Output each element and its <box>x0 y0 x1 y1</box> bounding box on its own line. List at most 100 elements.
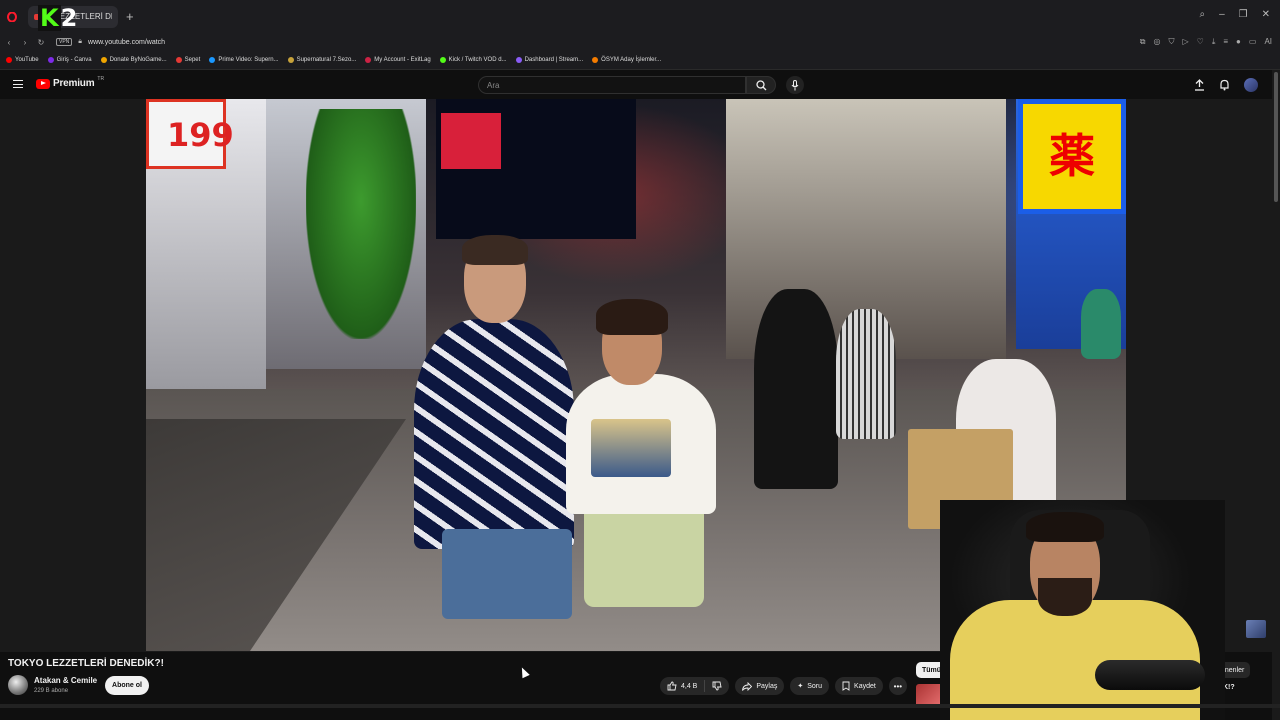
like-icon <box>667 681 677 691</box>
tab-search-icon[interactable]: ⌕ <box>1199 9 1205 20</box>
bookmark-item[interactable]: Sepet <box>175 57 200 63</box>
logo-text: Premium <box>53 78 95 89</box>
menu-lines-icon[interactable]: ≡ <box>1223 37 1228 47</box>
url-field[interactable]: www.youtube.com/watch <box>88 39 165 46</box>
page-scrollbar[interactable] <box>1272 70 1280 720</box>
download-icon[interactable]: ⤓ <box>1212 37 1216 47</box>
streamer-overlay-logo: K 2 <box>38 5 77 31</box>
bookmark-label: Donate ByNoGame... <box>109 57 167 63</box>
search-input[interactable]: Ara <box>478 76 746 94</box>
search-icon <box>755 79 766 90</box>
reload-icon[interactable]: ↻ <box>34 38 48 47</box>
bookmark-favicon-icon <box>287 57 294 63</box>
mic-icon <box>791 79 799 90</box>
camera-icon[interactable]: ◎ <box>1154 37 1161 47</box>
bookmark-label: Dashboard | Stream... <box>524 57 584 63</box>
streamer-hair <box>1026 512 1104 542</box>
overlay-logo-number: 2 <box>60 4 78 32</box>
aria-ai-button[interactable]: AI <box>1264 37 1272 47</box>
bottom-strip <box>0 704 1280 708</box>
bookmark-favicon-icon <box>515 57 522 63</box>
logo-region: TR <box>97 75 105 82</box>
vpn-badge[interactable]: VPN <box>56 38 73 46</box>
subscribe-button[interactable]: Abone ol <box>105 676 149 695</box>
youtube-header: Premium TR Ara <box>0 70 1280 99</box>
bookmark-item[interactable]: Donate ByNoGame... <box>100 57 167 63</box>
channel-avatar[interactable] <box>8 675 28 695</box>
bell-icon[interactable] <box>1219 79 1230 91</box>
dislike-icon <box>712 681 722 691</box>
header-actions <box>1194 78 1258 92</box>
bookmark-item[interactable]: Kick / Twitch VOD d... <box>439 57 507 63</box>
bookmark-item[interactable]: ÖSYM Aday İşlemler... <box>592 57 661 63</box>
forward-icon[interactable]: › <box>18 38 32 47</box>
profile-icon[interactable]: ● <box>1236 37 1241 47</box>
voice-search-button[interactable] <box>786 76 804 94</box>
bookmark-item[interactable]: Dashboard | Stream... <box>515 57 584 63</box>
great-wave-print <box>591 419 671 477</box>
save-button[interactable]: Kaydet <box>835 677 883 695</box>
youtube-logo-icon <box>36 78 50 89</box>
dislike-button[interactable] <box>705 677 729 695</box>
player-icon[interactable]: ▷ <box>1182 37 1188 47</box>
bookmark-icon <box>842 681 850 691</box>
bookmark-label: Supernatural 7.Sezo... <box>296 57 357 63</box>
minimize-button[interactable]: – <box>1219 9 1225 20</box>
host-man-shirt <box>414 319 574 549</box>
subscriber-count: 229 B abone <box>34 688 69 694</box>
more-icon[interactable]: ••• <box>888 677 907 695</box>
sparkle-icon: ✦ <box>797 683 804 690</box>
ask-button[interactable]: ✦ Soru <box>790 677 830 695</box>
shield-icon[interactable]: ⛉ <box>1168 37 1174 47</box>
streamer-webcam <box>940 500 1225 720</box>
scrollbar-thumb[interactable] <box>1274 72 1278 202</box>
new-tab-button[interactable]: + <box>126 9 134 24</box>
neon-sign-199: 199 <box>146 99 234 169</box>
bookmark-label: Giriş - Canva <box>56 57 92 63</box>
video-actions: 4,4 B Paylaş ✦ Soru Kaydet ••• <box>660 677 907 695</box>
opera-logo-icon[interactable] <box>4 9 20 25</box>
sign-text-pharmacy: 薬 <box>1049 129 1095 183</box>
save-label: Kaydet <box>854 682 876 690</box>
maximize-button[interactable]: ❐ <box>1239 9 1248 20</box>
like-count: 4,4 B <box>681 682 698 690</box>
bookmark-label: YouTube <box>15 57 39 63</box>
host-man-shorts <box>442 529 572 619</box>
snapshot-icon[interactable]: ⧉ <box>1140 37 1146 47</box>
like-dislike-group: 4,4 B <box>660 677 730 695</box>
search-button[interactable] <box>746 76 776 94</box>
bookmark-item[interactable]: YouTube <box>6 57 39 63</box>
pharmacy-sign: 薬 <box>1018 99 1126 214</box>
video-title: TOKYO LEZZETLERİ DENEDİK?! <box>8 658 164 669</box>
bookmark-favicon-icon <box>439 57 446 63</box>
share-button[interactable]: Paylaş <box>735 677 785 695</box>
back-icon[interactable]: ‹ <box>2 38 16 47</box>
bookmark-item[interactable]: Supernatural 7.Sezo... <box>287 57 357 63</box>
streamer-beard <box>1038 578 1092 616</box>
mouse-cursor <box>518 665 530 679</box>
pedestrian-green <box>1081 289 1121 359</box>
like-button[interactable]: 4,4 B <box>660 677 704 695</box>
street-tree <box>306 109 416 339</box>
mini-thumbnail[interactable] <box>1246 620 1266 638</box>
browser-tab-strip: ◂) LEZZETLERİ DE + K 2 ⌕ – ❐ ✕ <box>0 0 1280 33</box>
extensions-icon[interactable]: ▭ <box>1249 37 1257 47</box>
bookmark-item[interactable]: My Account - ExitLag <box>365 57 431 63</box>
bookmark-item[interactable]: Prime Video: Supern... <box>209 57 279 63</box>
pedestrian-black <box>754 289 838 489</box>
heart-icon[interactable]: ♡ <box>1197 37 1204 47</box>
close-button[interactable]: ✕ <box>1262 9 1270 20</box>
upload-icon[interactable] <box>1194 79 1205 91</box>
pedestrian-checkered <box>836 309 896 439</box>
bookmark-label: ÖSYM Aday İşlemler... <box>601 57 662 63</box>
bookmark-label: My Account - ExitLag <box>374 57 431 63</box>
microphone <box>1095 660 1205 690</box>
lock-icon[interactable]: 🔒︎ <box>78 38 82 46</box>
channel-name[interactable]: Atakan & Cemile <box>34 676 97 685</box>
ask-label: Soru <box>807 682 823 690</box>
window-controls: ⌕ – ❐ ✕ <box>1199 9 1270 20</box>
user-avatar[interactable] <box>1244 78 1258 92</box>
menu-icon[interactable] <box>13 80 23 88</box>
bookmark-item[interactable]: Giriş - Canva <box>47 57 92 63</box>
youtube-premium-logo[interactable]: Premium TR <box>36 75 105 89</box>
